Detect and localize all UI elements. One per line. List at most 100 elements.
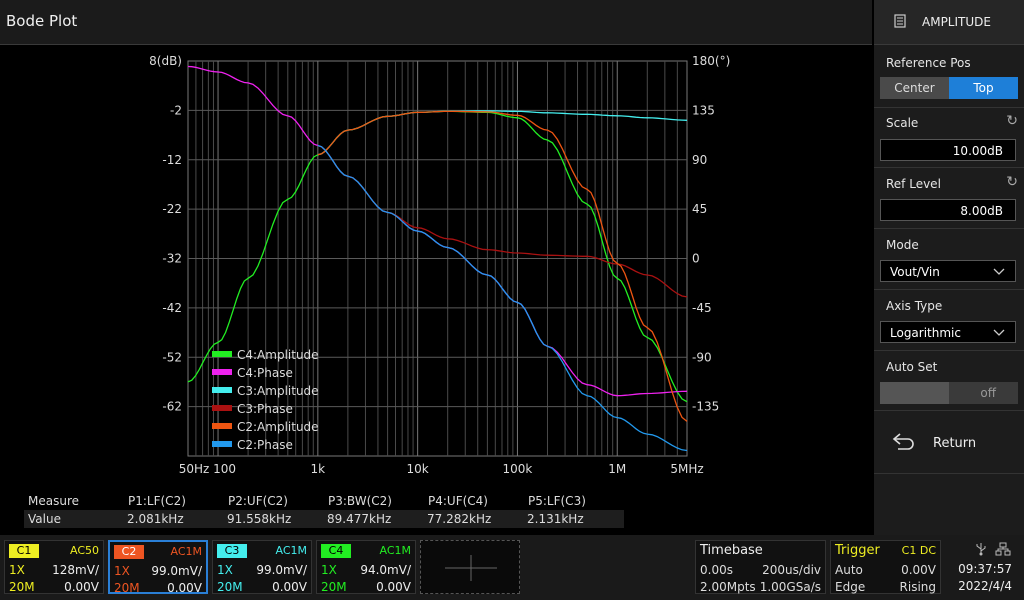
timebase-delay: 0.00s bbox=[700, 563, 733, 577]
y-left-tick-label: -22 bbox=[162, 202, 182, 216]
reference-pos-top-option[interactable]: Top bbox=[949, 77, 1018, 99]
timebase-scale: 200us/div bbox=[762, 563, 821, 577]
measure-value-cell: 89.477kHz bbox=[327, 512, 392, 526]
channel-coupling: AC1M bbox=[275, 544, 307, 557]
channel-c4[interactable]: C4 AC1M 1X 94.0mV/ 20M 0.00V bbox=[316, 540, 416, 594]
legend-swatch bbox=[212, 441, 232, 447]
axis-type-section: Axis Type Logarithmic bbox=[874, 289, 1024, 351]
chevron-down-icon bbox=[993, 329, 1005, 336]
timebase-memory: 2.00Mpts bbox=[700, 580, 756, 594]
mode-section: Mode Vout/Vin bbox=[874, 228, 1024, 290]
trigger-type: Edge bbox=[835, 580, 866, 594]
auto-set-section: Auto Set off bbox=[874, 350, 1024, 411]
mode-value: Vout/Vin bbox=[890, 265, 940, 279]
trigger-box[interactable]: Trigger C1 DC Auto 0.00V Edge Rising bbox=[830, 540, 941, 594]
y-left-tick-label: -2 bbox=[170, 103, 182, 117]
scale-section: Scale ↻ 10.00dB bbox=[874, 107, 1024, 168]
trigger-label: Trigger bbox=[835, 543, 880, 558]
usb-icon bbox=[976, 543, 986, 556]
y-left-tick-label: -52 bbox=[162, 350, 182, 364]
y-right-tick-label: -90 bbox=[692, 350, 712, 364]
channel-probe: 1X bbox=[217, 563, 233, 577]
timebase-box[interactable]: Timebase 0.00s 200us/div 2.00Mpts 1.00GS… bbox=[695, 540, 826, 594]
channel-probe: 1X bbox=[321, 563, 337, 577]
timebase-rate: 1.00GSa/s bbox=[759, 580, 821, 594]
measure-value-cell: 2.081kHz bbox=[127, 512, 184, 526]
channel-c3[interactable]: C3 AC1M 1X 99.0mV/ 20M 0.00V bbox=[212, 540, 312, 594]
channel-c2[interactable]: C2 AC1M 1X 99.0mV/ 20M 0.00V bbox=[108, 540, 208, 595]
x-tick-label: 1M bbox=[608, 462, 626, 476]
reset-icon[interactable]: ↻ bbox=[1006, 174, 1018, 190]
measure-header-row: Measure P1:LF(C2) P2:UF(C2) P3:BW(C2) P4… bbox=[24, 492, 624, 510]
bode-plot-svg: 8(dB) -2 -12 -22 -32 -42 -52 -62 180(°) 135 90 45 0 -… bbox=[149, 54, 730, 476]
ref-level-value: 8.00dB bbox=[960, 204, 1003, 218]
channel-tag: C2 bbox=[114, 545, 144, 559]
scale-field[interactable]: 10.00dB bbox=[880, 139, 1016, 161]
measure-value-cell: 77.282kHz bbox=[427, 512, 492, 526]
legend-swatch bbox=[212, 405, 232, 411]
trigger-slope: Rising bbox=[899, 580, 936, 594]
clock-date: 2022/4/4 bbox=[958, 579, 1012, 593]
x-tick-label: 10k bbox=[407, 462, 429, 476]
y-right-tick-label: -135 bbox=[692, 400, 719, 414]
reference-pos-center-option[interactable]: Center bbox=[880, 77, 949, 99]
reset-icon[interactable]: ↻ bbox=[1006, 113, 1018, 129]
measure-header-cell: P4:UF(C4) bbox=[428, 494, 488, 508]
measure-header-cell: P3:BW(C2) bbox=[328, 494, 392, 508]
y-left-tick-label: -62 bbox=[162, 400, 182, 414]
y-left-tick-label: 8(dB) bbox=[149, 54, 182, 68]
channel-coupling: AC1M bbox=[379, 544, 411, 557]
legend-swatch bbox=[212, 387, 232, 393]
channel-tag: C1 bbox=[9, 544, 39, 558]
measure-value-cell: 2.131kHz bbox=[527, 512, 584, 526]
channel-offset: 0.00V bbox=[376, 580, 411, 594]
y-right-tick-label: 90 bbox=[692, 153, 707, 167]
network-icon bbox=[995, 542, 1011, 556]
clock-box: 09:37:57 2022/4/4 bbox=[945, 540, 1020, 594]
channel-bw: 20M bbox=[114, 581, 140, 595]
ref-level-field[interactable]: 8.00dB bbox=[880, 199, 1016, 221]
legend-label: C4:Phase bbox=[237, 366, 293, 380]
page-title: Bode Plot bbox=[6, 12, 78, 30]
mode-select[interactable]: Vout/Vin bbox=[880, 260, 1016, 282]
trigger-source: C1 DC bbox=[901, 544, 936, 557]
y-right-tick-label: 0 bbox=[692, 252, 700, 266]
channel-tag: C4 bbox=[321, 544, 351, 558]
measure-value-row: Value 2.081kHz 91.558kHz 89.477kHz 77.28… bbox=[24, 510, 624, 528]
scale-label: Scale bbox=[886, 116, 919, 130]
axis-type-select[interactable]: Logarithmic bbox=[880, 321, 1016, 343]
measure-header-cell: P1:LF(C2) bbox=[128, 494, 186, 508]
measure-value-cell: 91.558kHz bbox=[227, 512, 292, 526]
legend-label: C3:Amplitude bbox=[237, 384, 319, 398]
panel-header: AMPLITUDE bbox=[874, 0, 1024, 45]
x-tick-label: 50Hz 100 bbox=[179, 462, 236, 476]
ref-level-label: Ref Level bbox=[886, 177, 941, 191]
channel-c1[interactable]: C1 AC50 1X 128mV/ 20M 0.00V bbox=[4, 540, 104, 594]
channel-volts: 99.0mV/ bbox=[256, 563, 307, 577]
y-right-tick-label: 180(°) bbox=[692, 54, 730, 68]
mode-label: Mode bbox=[886, 238, 919, 252]
y-left-tick-label: -32 bbox=[162, 252, 182, 266]
legend-label: C2:Phase bbox=[237, 438, 293, 452]
auto-set-toggle[interactable]: off bbox=[880, 382, 1018, 404]
add-channel-button[interactable] bbox=[420, 540, 520, 594]
scale-value: 10.00dB bbox=[952, 144, 1003, 158]
x-tick-label: 100k bbox=[503, 462, 533, 476]
measure-header-cell: Measure bbox=[28, 494, 79, 508]
panel-title: AMPLITUDE bbox=[922, 15, 991, 29]
ref-level-section: Ref Level ↻ 8.00dB bbox=[874, 167, 1024, 229]
bode-plot-area: 8(dB) -2 -12 -22 -32 -42 -52 -62 180(°) 135 90 45 0 -… bbox=[0, 45, 872, 535]
channel-probe: 1X bbox=[114, 564, 130, 578]
channel-offset: 0.00V bbox=[167, 581, 202, 595]
return-icon bbox=[892, 433, 914, 450]
axis-type-value: Logarithmic bbox=[890, 326, 961, 340]
y-right-tick-label: 45 bbox=[692, 202, 707, 216]
return-button[interactable]: Return bbox=[874, 410, 1024, 474]
auto-set-label: Auto Set bbox=[886, 360, 938, 374]
legend-swatch bbox=[212, 369, 232, 375]
channel-offset: 0.00V bbox=[64, 580, 99, 594]
return-label: Return bbox=[933, 436, 977, 451]
channel-volts: 94.0mV/ bbox=[360, 563, 411, 577]
document-icon bbox=[894, 14, 906, 28]
channel-bw: 20M bbox=[217, 580, 243, 594]
